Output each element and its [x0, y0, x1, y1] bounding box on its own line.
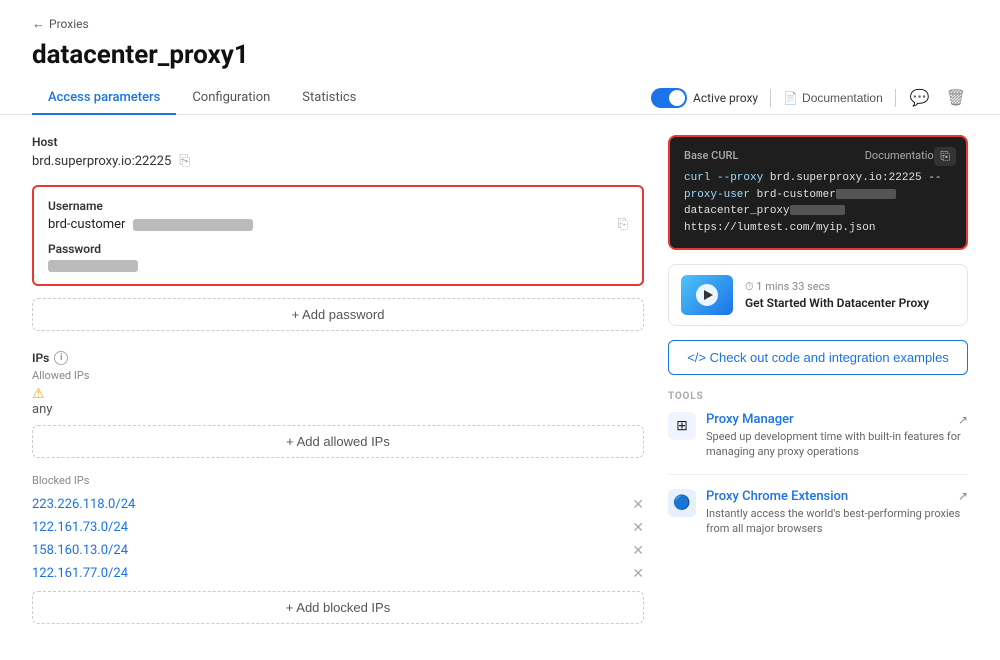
any-text: any: [32, 402, 644, 417]
chrome-extension-content: Proxy Chrome Extension ↗ Instantly acces…: [706, 489, 968, 537]
tabs: Access parameters Configuration Statisti…: [32, 82, 372, 114]
blocked-ip-row: 158.160.13.0/24 ✕: [32, 539, 644, 562]
right-panel: Base CURL Documentation ↗ curl --proxy b…: [668, 135, 968, 640]
toggle-label: Active proxy: [693, 91, 758, 105]
active-proxy-toggle-container: Active proxy: [651, 88, 758, 108]
add-blocked-ips-button[interactable]: + Add blocked IPs: [32, 591, 644, 624]
divider: [770, 89, 771, 107]
proxy-manager-desc: Speed up development time with built-in …: [706, 429, 968, 460]
password-label: Password: [48, 242, 628, 256]
tool-proxy-manager[interactable]: ⊞ Proxy Manager ↗ Speed up development t…: [668, 412, 968, 475]
play-triangle-icon: [704, 290, 713, 300]
username-field: Username brd-customer ⎘: [48, 199, 628, 232]
curl-header: Base CURL Documentation ↗: [684, 149, 952, 162]
left-panel: Host brd.superproxy.io:22225 ⎘ Username …: [32, 135, 644, 640]
blocked-ip-1: 122.161.73.0/24: [32, 520, 128, 535]
page-title: datacenter_proxy1: [0, 40, 1000, 82]
password-masked: [48, 260, 138, 272]
credentials-box: Username brd-customer ⎘ Password: [32, 185, 644, 286]
back-link[interactable]: ← Proxies: [0, 16, 1000, 40]
host-label: Host: [32, 135, 644, 149]
proxy-manager-content: Proxy Manager ↗ Speed up development tim…: [706, 412, 968, 460]
blocked-ips-list: 223.226.118.0/24 ✕ 122.161.73.0/24 ✕ 158…: [32, 493, 644, 585]
curl-code: curl --proxy brd.superproxy.io:22225 -- …: [684, 170, 952, 236]
username-prefix: brd-customer: [48, 217, 125, 232]
ips-label: IPs: [32, 351, 49, 365]
curl-title: Base CURL: [684, 149, 738, 162]
active-proxy-toggle[interactable]: [651, 88, 687, 108]
blocked-ip-3: 122.161.77.0/24: [32, 566, 128, 581]
add-allowed-ips-button[interactable]: + Add allowed IPs: [32, 425, 644, 458]
username-label: Username: [48, 199, 628, 213]
chrome-extension-arrow-icon: ↗: [958, 489, 968, 503]
username-value-row: brd-customer ⎘: [48, 217, 628, 232]
chrome-extension-title-row: Proxy Chrome Extension ↗: [706, 489, 968, 504]
code-examples-button[interactable]: </> Check out code and integration examp…: [668, 340, 968, 375]
video-thumbnail: [681, 275, 733, 315]
blocked-ip-0: 223.226.118.0/24: [32, 497, 135, 512]
password-field: Password: [48, 242, 628, 272]
tools-label: TOOLS: [668, 391, 968, 402]
proxy-manager-arrow-icon: ↗: [958, 413, 968, 427]
curl-doc-label: Documentation: [865, 149, 940, 162]
proxy-manager-icon: ⊞: [668, 412, 696, 440]
warning-icon: ⚠: [32, 386, 644, 402]
tool-chrome-extension[interactable]: 🔵 Proxy Chrome Extension ↗ Instantly acc…: [668, 489, 968, 551]
username-copy-icon[interactable]: ⎘: [618, 217, 628, 232]
back-arrow-icon: ←: [32, 16, 45, 32]
doc-icon: 📄: [783, 91, 798, 105]
blocked-ip-row: 122.161.73.0/24 ✕: [32, 516, 644, 539]
blocked-ip-2: 158.160.13.0/24: [32, 543, 128, 558]
curl-box: Base CURL Documentation ↗ curl --proxy b…: [668, 135, 968, 250]
remove-ip-3-button[interactable]: ✕: [632, 565, 644, 582]
blocked-ip-row: 122.161.77.0/24 ✕: [32, 562, 644, 585]
video-card[interactable]: ⏱ 1 mins 33 secs Get Started With Datace…: [668, 264, 968, 326]
tab-actions: Active proxy 📄 Documentation 💬 🗑: [651, 86, 968, 110]
chrome-extension-icon: 🔵: [668, 489, 696, 517]
host-copy-icon[interactable]: ⎘: [179, 153, 190, 169]
play-button-icon: [696, 284, 718, 306]
tab-access-parameters[interactable]: Access parameters: [32, 82, 176, 115]
delete-button[interactable]: 🗑: [944, 86, 968, 110]
video-title: Get Started With Datacenter Proxy: [745, 296, 929, 310]
comment-button[interactable]: 💬: [908, 86, 932, 110]
host-value-row: brd.superproxy.io:22225 ⎘: [32, 153, 644, 169]
proxy-manager-title: Proxy Manager: [706, 412, 794, 427]
tab-statistics[interactable]: Statistics: [286, 82, 372, 115]
chrome-extension-title: Proxy Chrome Extension: [706, 489, 848, 504]
host-value: brd.superproxy.io:22225: [32, 154, 171, 169]
remove-ip-1-button[interactable]: ✕: [632, 519, 644, 536]
main-content: Host brd.superproxy.io:22225 ⎘ Username …: [0, 115, 1000, 660]
ips-header: IPs i: [32, 351, 644, 365]
blocked-ips-label: Blocked IPs: [32, 474, 644, 487]
add-password-button[interactable]: + Add password: [32, 298, 644, 331]
host-section: Host brd.superproxy.io:22225 ⎘: [32, 135, 644, 169]
back-label: Proxies: [49, 17, 89, 31]
tab-configuration[interactable]: Configuration: [176, 82, 286, 115]
divider2: [895, 89, 896, 107]
username-masked: [133, 219, 253, 231]
remove-ip-2-button[interactable]: ✕: [632, 542, 644, 559]
allowed-ips-label: Allowed IPs: [32, 369, 644, 382]
blocked-ip-row: 223.226.118.0/24 ✕: [32, 493, 644, 516]
documentation-button[interactable]: 📄 Documentation: [783, 91, 883, 105]
tabs-row: Access parameters Configuration Statisti…: [0, 82, 1000, 115]
video-info: ⏱ 1 mins 33 secs Get Started With Datace…: [745, 280, 929, 310]
remove-ip-0-button[interactable]: ✕: [632, 496, 644, 513]
chrome-extension-desc: Instantly access the world's best-perfor…: [706, 506, 968, 537]
password-value-row: [48, 260, 628, 272]
ips-section: IPs i Allowed IPs ⚠ any + Add allowed IP…: [32, 351, 644, 624]
proxy-manager-title-row: Proxy Manager ↗: [706, 412, 968, 427]
video-duration: ⏱ 1 mins 33 secs: [745, 280, 929, 294]
copy-curl-button[interactable]: ⎘: [934, 147, 956, 166]
doc-label: Documentation: [802, 91, 883, 105]
ips-info-icon[interactable]: i: [54, 351, 68, 365]
